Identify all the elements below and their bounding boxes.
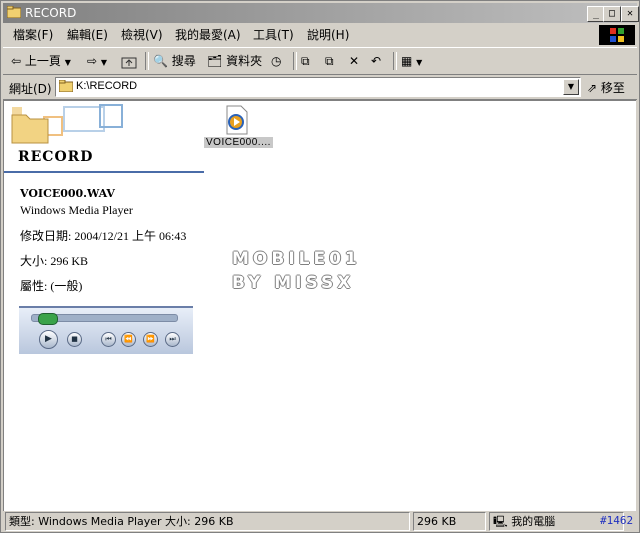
delete-icon: ✕ xyxy=(349,54,360,68)
address-input[interactable]: K:\RECORD ▼ xyxy=(55,77,581,97)
folders-icon: 🗂 xyxy=(207,54,223,68)
play-icon: ▶ xyxy=(45,334,52,344)
status-type-panel: 類型: Windows Media Player 大小: 296 KB xyxy=(5,512,410,531)
go-arrow-icon: ⇗ xyxy=(587,81,598,95)
address-label: 網址(D) xyxy=(9,82,52,96)
rewind-icon: ⏪ xyxy=(124,335,133,343)
folder-title: RECORD xyxy=(18,149,94,165)
undo-button[interactable]: ↶ xyxy=(371,52,381,70)
fast-forward-button[interactable]: ⏩ xyxy=(143,332,158,347)
computer-icon: 🖳 xyxy=(493,515,508,528)
history-icon: ◷ xyxy=(271,54,282,68)
stop-button[interactable]: ■ xyxy=(67,332,82,347)
file-attributes: 屬性: (一般) xyxy=(20,279,83,293)
delete-button[interactable]: ✕ xyxy=(349,52,359,70)
file-size: 大小: 296 KB xyxy=(20,254,89,268)
close-button[interactable]: ✕ xyxy=(621,6,639,22)
stop-icon: ■ xyxy=(71,335,78,343)
address-bar: 網址(D) K:\RECORD ▼ ⇗ 移至 xyxy=(3,75,637,100)
address-dropdown-button[interactable]: ▼ xyxy=(563,79,579,95)
toolbar-separator xyxy=(145,52,149,70)
media-player-preview: ▶ ■ ⏮ ⏪ ⏩ ⏭ xyxy=(19,306,193,354)
play-button[interactable]: ▶ xyxy=(39,330,58,349)
selected-file-type: Windows Media Player xyxy=(20,203,133,217)
post-number-badge: #1462 xyxy=(600,514,634,527)
status-location-label: 我的電腦 xyxy=(511,515,556,528)
divider xyxy=(4,171,204,173)
back-label: 上一頁 xyxy=(24,54,61,68)
toolbar: ⇦ 上一頁 ▼ ⇨ ▼ 🔍 搜尋 🗂 資料夾 ◷ ⧉ ⧉ ✕ ↶ ▦ ▼ xyxy=(3,47,637,75)
menu-tools[interactable]: 工具(T) xyxy=(253,28,294,42)
watermark-line2: BY MISSX xyxy=(232,273,355,293)
toolbar-separator xyxy=(293,52,297,70)
folder-icon xyxy=(7,6,21,18)
up-folder-button[interactable] xyxy=(121,52,137,70)
chevron-down-icon: ▼ xyxy=(100,58,108,67)
forward-button[interactable]: ⇨ ▼ xyxy=(87,52,107,70)
back-button[interactable]: ⇦ 上一頁 ▼ xyxy=(11,52,71,70)
previous-button[interactable]: ⏮ xyxy=(101,332,116,347)
search-icon: 🔍 xyxy=(153,54,168,68)
modified-date: 修改日期: 2004/12/21 上午 06:43 xyxy=(20,229,187,243)
chevron-down-icon: ▼ xyxy=(64,58,71,67)
views-icon: ▦ xyxy=(401,54,413,68)
chevron-down-icon: ▼ xyxy=(416,58,423,67)
move-to-icon: ⧉ xyxy=(301,54,310,68)
up-folder-icon xyxy=(121,57,137,68)
menu-bar: 檔案(F) 編輯(E) 檢視(V) 我的最愛(A) 工具(T) 說明(H) xyxy=(3,25,637,45)
back-arrow-icon: ⇦ xyxy=(11,54,22,68)
seek-thumb[interactable] xyxy=(38,313,58,325)
folder-banner-graphic xyxy=(4,101,204,149)
views-button[interactable]: ▦ ▼ xyxy=(401,52,422,70)
seek-bar[interactable] xyxy=(31,313,178,325)
title-bar[interactable]: RECORD _ □ ✕ xyxy=(3,3,639,23)
folder-view[interactable]: RECORD VOICE000.WAV Windows Media Player… xyxy=(3,100,636,511)
folder-banner: RECORD xyxy=(4,101,204,173)
move-to-button[interactable]: ⧉ xyxy=(301,52,310,70)
forward-arrow-icon: ⇨ xyxy=(87,54,98,68)
web-view-panel: RECORD VOICE000.WAV Windows Media Player… xyxy=(4,101,204,511)
maximize-button[interactable]: □ xyxy=(603,6,621,22)
copy-to-icon: ⧉ xyxy=(325,54,334,68)
copy-to-button[interactable]: ⧉ xyxy=(325,52,334,70)
search-label: 搜尋 xyxy=(171,54,196,68)
search-button[interactable]: 🔍 搜尋 xyxy=(153,52,196,70)
address-value: K:\RECORD xyxy=(76,80,138,92)
next-icon: ⏭ xyxy=(169,335,176,343)
toolbar-separator xyxy=(393,52,397,70)
explorer-window: RECORD _ □ ✕ 檔案(F) 編輯(E) 檢視(V) 我的最愛(A) 工… xyxy=(0,0,640,533)
history-button[interactable]: ◷ xyxy=(271,52,281,70)
folders-label: 資料夾 xyxy=(226,54,263,68)
fast-forward-icon: ⏩ xyxy=(146,335,155,343)
wav-file-icon xyxy=(226,105,248,135)
folder-icon xyxy=(59,80,73,92)
go-label: 移至 xyxy=(600,81,625,95)
file-label: VOICE000.... xyxy=(204,137,273,148)
windows-logo-icon xyxy=(599,25,635,45)
menu-favorites[interactable]: 我的最愛(A) xyxy=(175,28,241,42)
watermark-line1: MOBILE01 xyxy=(232,249,361,269)
menu-help[interactable]: 說明(H) xyxy=(307,28,349,42)
menu-edit[interactable]: 編輯(E) xyxy=(67,28,108,42)
go-button[interactable]: ⇗ 移至 xyxy=(587,79,625,96)
folders-button[interactable]: 🗂 資料夾 xyxy=(207,52,262,70)
rewind-button[interactable]: ⏪ xyxy=(121,332,136,347)
status-size-panel: 296 KB xyxy=(413,512,486,531)
status-bar: 類型: Windows Media Player 大小: 296 KB 296 … xyxy=(3,511,637,531)
previous-icon: ⏮ xyxy=(105,335,112,343)
window-title: RECORD xyxy=(25,6,77,20)
menu-view[interactable]: 檢視(V) xyxy=(121,28,163,42)
selected-file-name: VOICE000.WAV xyxy=(20,187,115,200)
menu-file[interactable]: 檔案(F) xyxy=(13,28,53,42)
undo-icon: ↶ xyxy=(371,54,382,68)
next-button[interactable]: ⏭ xyxy=(165,332,180,347)
